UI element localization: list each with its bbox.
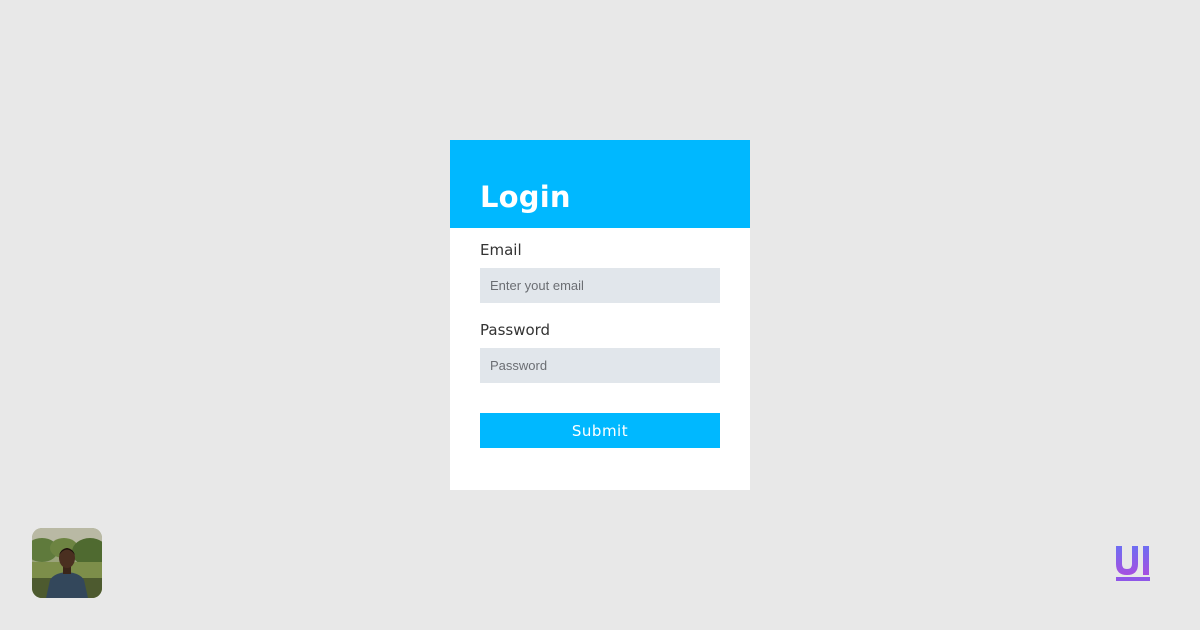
submit-button[interactable]: Submit	[480, 413, 720, 448]
login-form: Email Password Submit	[450, 228, 750, 448]
ui-logo-icon	[1113, 544, 1153, 582]
email-input[interactable]	[480, 268, 720, 303]
avatar-photo	[32, 528, 102, 598]
login-title: Login	[480, 180, 571, 214]
login-header: Login	[450, 140, 750, 228]
password-input[interactable]	[480, 348, 720, 383]
login-card: Login Email Password Submit	[450, 140, 750, 490]
password-label: Password	[480, 321, 551, 339]
avatar	[32, 528, 102, 598]
email-label: Email	[480, 241, 522, 259]
